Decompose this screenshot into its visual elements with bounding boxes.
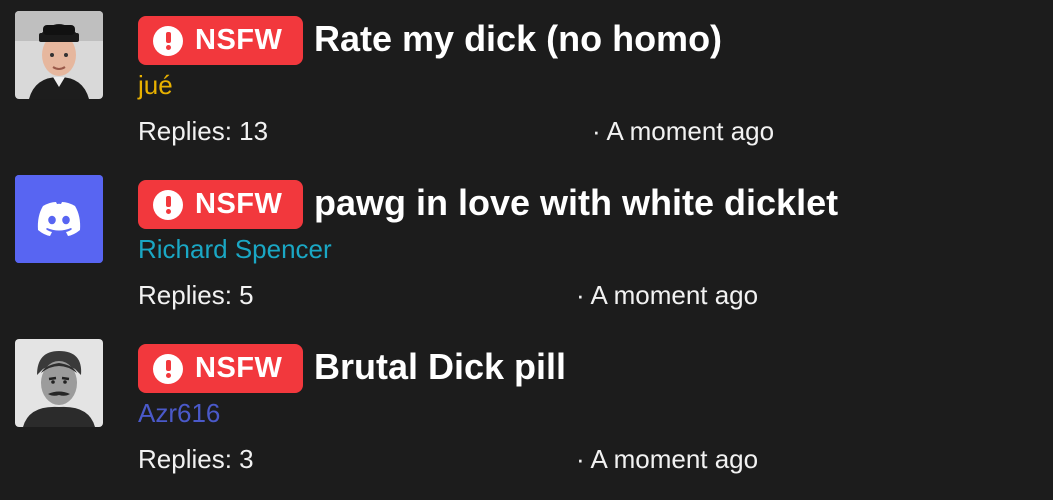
thread-title[interactable]: Rate my dick (no homo): [314, 15, 722, 63]
nsfw-badge: NSFW: [138, 344, 303, 393]
thread-item[interactable]: NSFW pawg in love with white dicklet Ric…: [0, 164, 1053, 328]
thread-list: NSFW Rate my dick (no homo) jué Replies:…: [0, 0, 1053, 500]
reply-count: Replies: 3: [138, 444, 254, 474]
timestamp: · A moment ago: [576, 444, 759, 474]
timestamp: · A moment ago: [576, 280, 759, 310]
exclamation-icon: [153, 189, 183, 220]
avatar[interactable]: [15, 11, 103, 99]
discord-icon: [15, 175, 103, 263]
thread-author[interactable]: jué: [138, 68, 173, 102]
exclamation-icon: [153, 25, 183, 56]
thread-item[interactable]: NSFW Rate my dick (no homo) jué Replies:…: [0, 0, 1053, 164]
badge-label: NSFW: [195, 352, 283, 384]
exclamation-icon: [153, 353, 183, 384]
portrait-photo-icon: [15, 339, 103, 427]
thread-author[interactable]: Richard Spencer: [138, 232, 332, 266]
thread-title[interactable]: Brutal Dick pill: [314, 343, 566, 391]
thread-author[interactable]: Azr616: [138, 396, 220, 430]
nsfw-badge: NSFW: [138, 16, 303, 65]
badge-label: NSFW: [195, 188, 283, 220]
portrait-photo-icon: [15, 11, 103, 99]
badge-label: NSFW: [195, 24, 283, 56]
thread-item[interactable]: NSFW Brutal Dick pill Azr616 Replies: 3 …: [0, 328, 1053, 492]
reply-count: Replies: 5: [138, 280, 254, 310]
avatar[interactable]: [15, 339, 103, 427]
thread-title[interactable]: pawg in love with white dicklet: [314, 179, 838, 227]
timestamp: · A moment ago: [592, 116, 775, 146]
nsfw-badge: NSFW: [138, 180, 303, 229]
avatar[interactable]: [15, 175, 103, 263]
reply-count: Replies: 13: [138, 116, 269, 146]
